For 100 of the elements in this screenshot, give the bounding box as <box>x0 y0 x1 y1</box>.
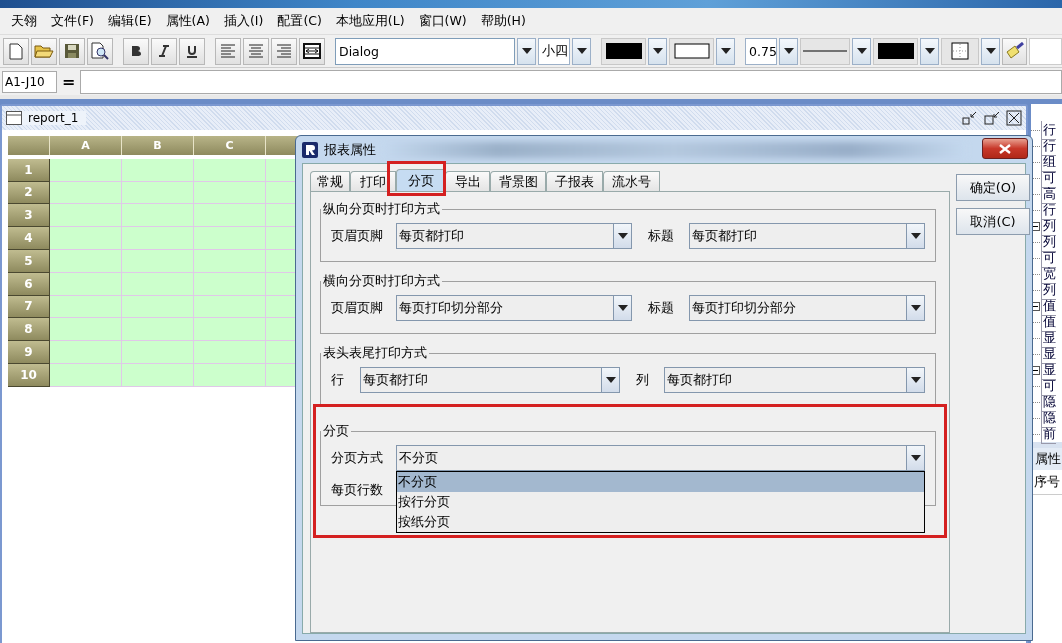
underline-icon[interactable] <box>179 37 205 65</box>
tree-item[interactable]: 隐 <box>1041 408 1056 428</box>
dropdown-arrow-button[interactable] <box>779 37 798 65</box>
tab[interactable]: 背景图 <box>490 171 546 191</box>
tree-item[interactable]: 宽 <box>1041 264 1056 284</box>
background-color-swatch[interactable] <box>669 37 714 65</box>
grid-cell[interactable] <box>122 250 194 273</box>
dropdown-arrow-button[interactable] <box>648 37 667 65</box>
grid-cell[interactable] <box>194 341 266 364</box>
grid-cell[interactable] <box>194 181 266 205</box>
align-left-icon[interactable] <box>215 37 241 65</box>
border-style-icon[interactable] <box>941 37 979 65</box>
input-field[interactable] <box>1029 37 1062 65</box>
menu-item[interactable]: 插入(I) <box>216 12 271 30</box>
dropdown-arrow-button[interactable] <box>981 37 1000 65</box>
dropdown[interactable]: 每页打印切分部分 <box>396 295 614 321</box>
dropdown-arrow-button[interactable] <box>907 367 925 393</box>
grid-cell[interactable] <box>50 272 122 296</box>
tab[interactable]: 分页 <box>396 169 445 191</box>
tree-item[interactable]: 高 <box>1041 184 1056 204</box>
dropdown[interactable]: 每页打印切分部分 <box>689 295 907 321</box>
line-width-dropdown[interactable]: 0.75 <box>745 37 777 65</box>
menu-item[interactable]: 窗口(W) <box>411 12 474 30</box>
tree-item[interactable]: 显 <box>1041 328 1056 348</box>
open-folder-icon[interactable] <box>31 37 57 65</box>
dropdown-arrow-button[interactable] <box>716 37 735 65</box>
grid-cell[interactable] <box>194 272 266 296</box>
tree-item[interactable]: 值 <box>1041 312 1056 332</box>
dropdown-option[interactable]: 按纸分页 <box>397 512 924 532</box>
tree-item[interactable]: 行 <box>1041 136 1056 156</box>
border-color-swatch[interactable] <box>873 37 918 65</box>
menu-item[interactable]: 天翎 <box>4 12 44 30</box>
grid-cell[interactable] <box>50 341 122 364</box>
grid-cell[interactable] <box>122 227 194 250</box>
grid-cell[interactable] <box>194 295 266 319</box>
tab[interactable]: 导出 <box>445 171 490 191</box>
grid-cell[interactable] <box>122 341 194 364</box>
grid-cell[interactable] <box>122 158 194 182</box>
tree-item[interactable]: 列 <box>1041 216 1056 236</box>
panel-tab[interactable]: 属性 <box>1031 448 1062 470</box>
grid-cell[interactable] <box>50 227 122 250</box>
dropdown-option[interactable]: 不分页 <box>397 472 924 492</box>
tree-item[interactable]: 行 <box>1041 120 1056 140</box>
text-color-swatch[interactable] <box>601 37 646 65</box>
grid-cell[interactable] <box>194 318 266 342</box>
dropdown[interactable]: 每页都打印 <box>689 223 907 249</box>
fit-width-icon[interactable] <box>299 37 325 65</box>
tab[interactable]: 流水号 <box>603 171 660 191</box>
close-icon[interactable] <box>1006 110 1022 126</box>
italic-icon[interactable] <box>151 37 177 65</box>
menu-item[interactable]: 编辑(E) <box>100 12 159 30</box>
tree-item[interactable]: 显 <box>1041 360 1056 380</box>
font-size-dropdown[interactable]: 小四 <box>538 37 570 65</box>
save-icon[interactable] <box>59 37 85 65</box>
tree-item[interactable]: 显 <box>1041 344 1056 364</box>
tree-item[interactable]: 组 <box>1041 152 1056 172</box>
dropdown-arrow-button[interactable] <box>602 367 620 393</box>
line-style-swatch[interactable] <box>800 37 850 65</box>
dropdown-arrow-button[interactable] <box>920 37 939 65</box>
dropdown[interactable]: 不分页 <box>396 445 907 471</box>
tree-item[interactable]: 列 <box>1041 232 1056 252</box>
menu-item[interactable]: 本地应用(L) <box>328 12 412 30</box>
grid-cell[interactable] <box>122 181 194 205</box>
tree-item[interactable]: 前 <box>1041 424 1056 444</box>
tree-item[interactable]: 可 <box>1041 248 1056 268</box>
new-file-icon[interactable] <box>3 37 29 65</box>
close-button[interactable] <box>982 138 1028 159</box>
dropdown[interactable]: 每页都打印 <box>664 367 907 393</box>
menu-item[interactable]: 配置(C) <box>270 12 329 30</box>
dropdown[interactable]: 每页都打印 <box>360 367 602 393</box>
grid-cell[interactable] <box>50 363 122 387</box>
grid-cell[interactable] <box>194 363 266 387</box>
dropdown-arrow-button[interactable] <box>614 223 632 249</box>
dropdown-arrow-button[interactable] <box>852 37 871 65</box>
restore-icon[interactable] <box>984 111 1000 125</box>
minimize-icon[interactable] <box>962 111 978 125</box>
tree-item[interactable]: 可 <box>1041 376 1056 396</box>
grid-cell[interactable] <box>122 295 194 319</box>
dropdown-arrow-button[interactable] <box>907 445 925 471</box>
grid-cell[interactable] <box>50 158 122 182</box>
tab[interactable]: 子报表 <box>546 171 603 191</box>
dropdown[interactable]: 每页都打印 <box>396 223 614 249</box>
grid-cell[interactable] <box>122 318 194 342</box>
bold-icon[interactable] <box>123 37 149 65</box>
dropdown-arrow-button[interactable] <box>907 295 925 321</box>
grid-cell[interactable] <box>50 250 122 273</box>
format-painter-icon[interactable] <box>1002 37 1027 65</box>
print-preview-icon[interactable] <box>87 37 113 65</box>
menu-item[interactable]: 帮助(H) <box>473 12 533 30</box>
tree-item[interactable]: 行 <box>1041 200 1056 220</box>
dropdown-arrow-button[interactable] <box>517 37 536 65</box>
grid-cell[interactable] <box>194 158 266 182</box>
grid-cell[interactable] <box>50 204 122 228</box>
dropdown-arrow-button[interactable] <box>907 223 925 249</box>
tree-item[interactable]: 列 <box>1041 280 1056 300</box>
cancel-button[interactable]: 取消(C) <box>956 208 1030 235</box>
grid-cell[interactable] <box>122 363 194 387</box>
grid-cell[interactable] <box>122 272 194 296</box>
grid-cell[interactable] <box>122 204 194 228</box>
grid-cell[interactable] <box>50 181 122 205</box>
